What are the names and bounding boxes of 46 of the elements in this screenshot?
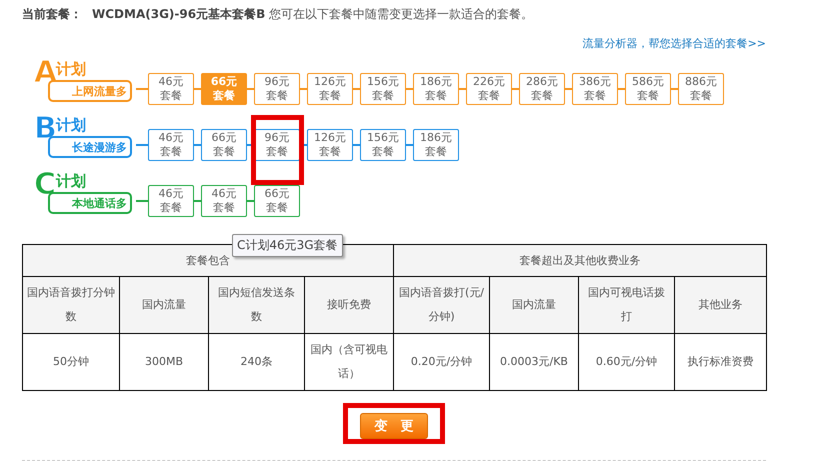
column-header: 国内可视电话拨打	[578, 276, 674, 334]
package-tile[interactable]: 96元 套餐	[254, 129, 300, 161]
package-tile[interactable]: 886元 套餐	[678, 73, 724, 105]
plan-subtitle: 长途漫游多	[48, 136, 132, 158]
package-tile[interactable]: 126元 套餐	[307, 129, 353, 161]
plan-title: 计划	[56, 174, 86, 189]
table-cell: 执行标准资费	[674, 334, 766, 390]
table-cell: 50分钟	[22, 334, 120, 390]
column-header: 其他业务	[674, 276, 766, 334]
package-tile[interactable]: 156元 套餐	[360, 73, 406, 105]
package-tile[interactable]: 66元 套餐	[201, 129, 247, 161]
column-header: 接听免费	[304, 276, 394, 334]
package-tile[interactable]: 46元 套餐	[148, 73, 194, 105]
package-tile[interactable]: 586元 套餐	[625, 73, 671, 105]
column-header: 国内语音拨打分钟数	[22, 276, 120, 334]
table-cell: 国内（含可视电话）	[304, 334, 394, 390]
table-cell: 240条	[208, 334, 304, 390]
column-header: 国内短信发送条数	[208, 276, 304, 334]
current-plan-label: 当前套餐：	[22, 6, 82, 23]
package-tile[interactable]: 186元 套餐	[413, 129, 459, 161]
plan-subtitle: 上网流量多	[48, 80, 132, 102]
package-tile[interactable]: 66元 套餐	[254, 185, 300, 217]
package-tile[interactable]: 386元 套餐	[572, 73, 618, 105]
plan-title: 计划	[56, 118, 86, 133]
table-cell: 0.60元/分钟	[578, 334, 674, 390]
package-tile[interactable]: 46元 套餐	[201, 185, 247, 217]
plan-title: 计划	[56, 62, 86, 77]
package-tile[interactable]: 226元 套餐	[466, 73, 512, 105]
package-tile[interactable]: 286元 套餐	[519, 73, 565, 105]
package-tile[interactable]: 126元 套餐	[307, 73, 353, 105]
package-tile[interactable]: 96元 套餐	[254, 73, 300, 105]
instruction-text: 您可在以下套餐中随需变更选择一款适合的套餐。	[269, 6, 534, 23]
package-tile[interactable]: 46元 套餐	[148, 129, 194, 161]
column-header: 国内语音拨打(元/分钟)	[394, 276, 490, 334]
package-tile[interactable]: 186元 套餐	[413, 73, 459, 105]
table-cell: 0.20元/分钟	[394, 334, 490, 390]
table-cell: 0.0003元/KB	[490, 334, 578, 390]
column-header: 国内流量	[490, 276, 578, 334]
package-tile[interactable]: 46元 套餐	[148, 185, 194, 217]
current-plan-name: WCDMA(3G)-96元基本套餐B	[92, 6, 266, 23]
package-tile[interactable]: 156元 套餐	[360, 129, 406, 161]
column-header: 国内流量	[120, 276, 208, 334]
group-header: 套餐超出及其他收费业务	[394, 244, 766, 276]
tooltip: C计划46元3G套餐	[232, 234, 343, 257]
analyzer-link[interactable]: 流量分析器，帮您选择合适的套餐>>	[582, 36, 766, 54]
table-cell: 300MB	[120, 334, 208, 390]
